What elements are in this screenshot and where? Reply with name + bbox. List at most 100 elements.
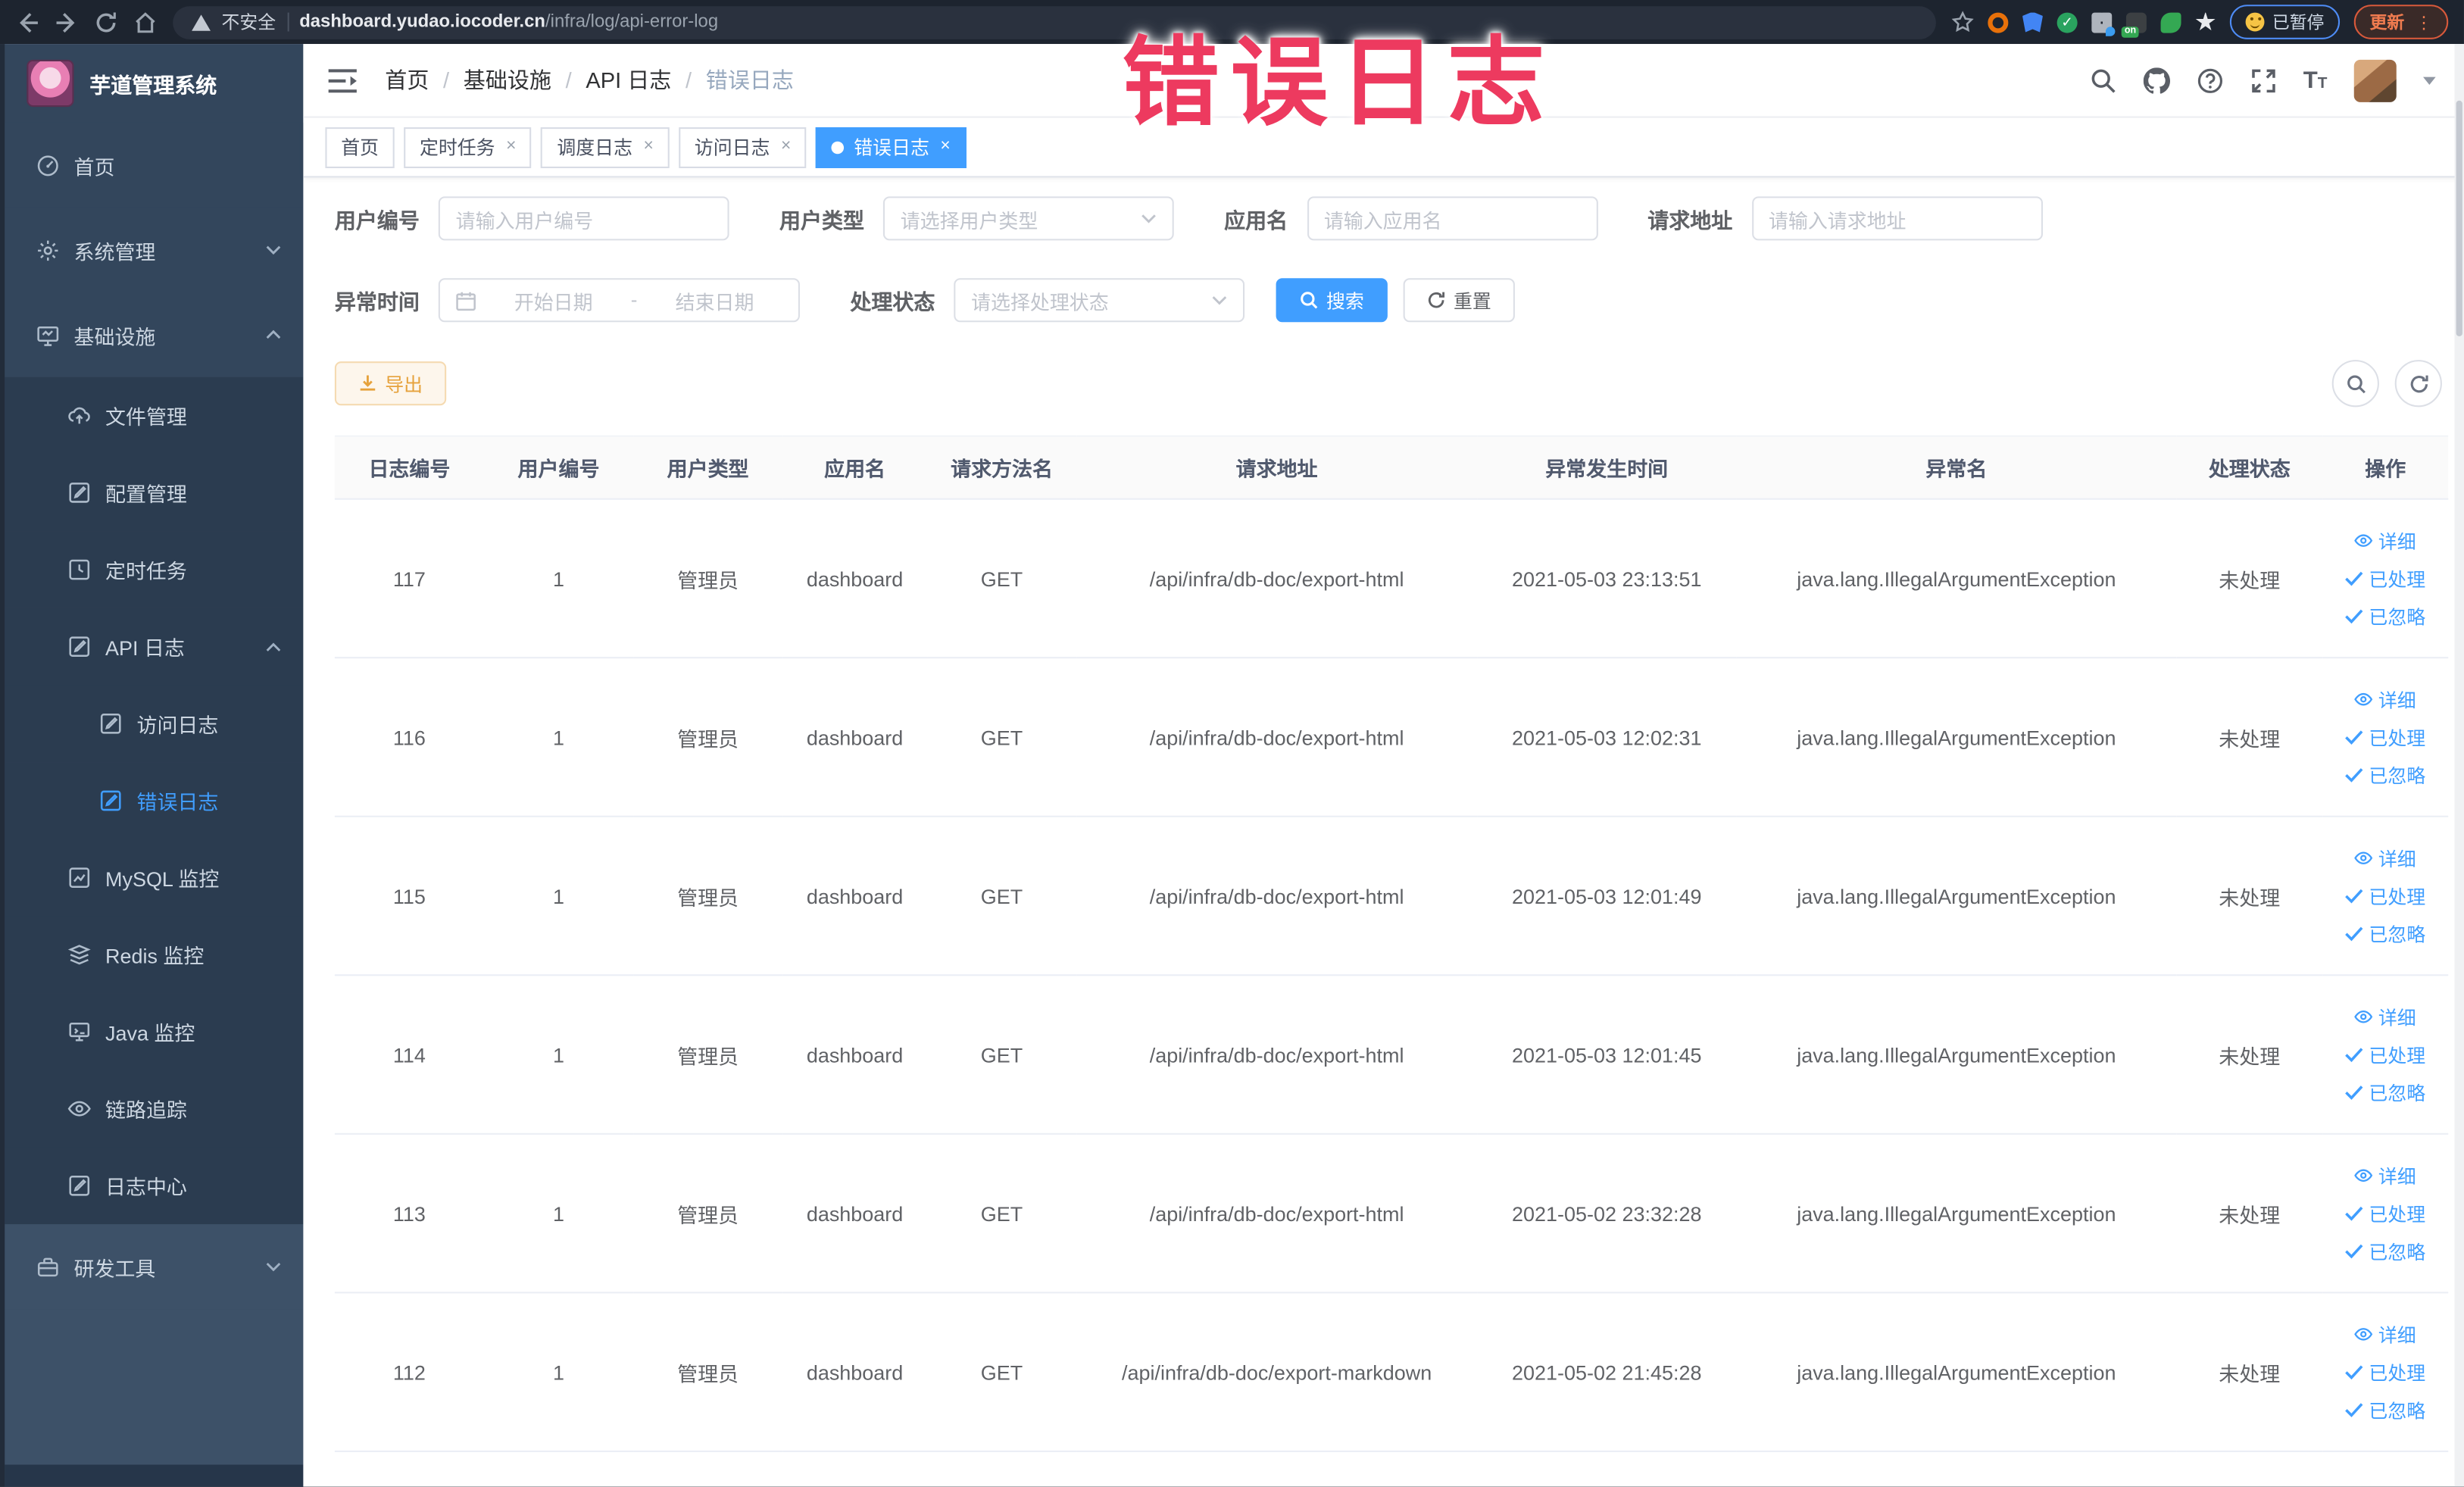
address-bar[interactable]: 不安全 dashboard.yudao.iocoder.cn/infra/log… (173, 5, 1936, 39)
home-icon[interactable] (133, 10, 157, 33)
app-logo-row[interactable]: 芋道管理系统 (5, 44, 303, 123)
breadcrumb-item[interactable]: API 日志 (586, 64, 671, 95)
sidebar-item-访问日志[interactable]: 访问日志 (5, 685, 304, 763)
reset-button[interactable]: 重置 (1403, 278, 1515, 323)
tab-调度日志[interactable]: 调度日志 × (541, 127, 670, 167)
mark-processed-link[interactable]: 已处理 (2345, 1200, 2425, 1226)
export-button[interactable]: 导出 (334, 361, 447, 406)
sidebar-item-基础设施[interactable]: 基础设施 (5, 292, 304, 377)
sidebar-item-定时任务[interactable]: 定时任务 (5, 531, 304, 608)
chevron-down-icon[interactable] (2423, 76, 2436, 91)
cell-user-type: 管理员 (633, 658, 783, 817)
sidebar-item-系统管理[interactable]: 系统管理 (5, 207, 304, 292)
table-row[interactable]: 116 1 管理员 dashboard GET /api/infra/db-do… (334, 658, 2449, 817)
search-button[interactable]: 搜索 (1276, 278, 1388, 323)
extension-dark-on-badge[interactable]: on (2121, 11, 2147, 37)
sidebar-item-首页[interactable]: 首页 (5, 122, 304, 208)
tab-定时任务[interactable]: 定时任务 × (404, 127, 532, 167)
detail-link[interactable]: 详细 (2355, 686, 2416, 713)
detail-link[interactable]: 详细 (2355, 527, 2416, 554)
mark-ignored-link[interactable]: 已忽略 (2345, 761, 2425, 788)
mark-processed-link[interactable]: 已处理 (2345, 1358, 2425, 1385)
sidebar-item-错误日志[interactable]: 错误日志 (5, 762, 304, 839)
detail-link[interactable]: 详细 (2355, 1162, 2416, 1189)
search-icon[interactable] (2090, 67, 2116, 93)
detail-link[interactable]: 详细 (2355, 1004, 2416, 1030)
sidebar-item-API 日志[interactable]: API 日志 (5, 608, 304, 686)
avatar[interactable] (2353, 58, 2397, 102)
close-icon[interactable]: × (644, 138, 654, 156)
close-icon[interactable]: × (781, 138, 791, 156)
close-icon[interactable]: × (506, 138, 516, 156)
mark-processed-link[interactable]: 已处理 (2345, 883, 2425, 909)
mark-ignored-link[interactable]: 已忽略 (2345, 1079, 2425, 1105)
app-name-input[interactable]: 请输入应用名 (1307, 196, 1597, 241)
refresh-table-button[interactable] (2394, 360, 2442, 408)
mark-ignored-link[interactable]: 已忽略 (2345, 920, 2425, 947)
table-row[interactable]: 117 1 管理员 dashboard GET /api/infra/db-do… (334, 498, 2449, 659)
sidebar-item-研发工具[interactable]: 研发工具 (5, 1224, 304, 1310)
emoji-face-icon (2245, 12, 2265, 32)
table-row[interactable]: 112 1 管理员 dashboard GET /api/infra/db-do… (334, 1292, 2449, 1452)
paused-badge[interactable]: 已暂停 (2229, 5, 2341, 39)
help-icon[interactable] (2197, 67, 2223, 93)
github-icon[interactable] (2143, 67, 2170, 93)
mark-processed-link[interactable]: 已处理 (2345, 1041, 2425, 1067)
tab-访问日志[interactable]: 访问日志 × (679, 127, 807, 167)
reload-icon[interactable] (94, 10, 117, 33)
tab-首页[interactable]: 首页 (325, 127, 395, 167)
sidebar-toggle-icon[interactable] (328, 68, 357, 92)
sidebar-item-Redis 监控[interactable]: Redis 监控 (5, 916, 304, 994)
breadcrumb-item[interactable]: 基础设施 (464, 64, 551, 95)
table-row[interactable]: 114 1 管理员 dashboard GET /api/infra/db-do… (334, 975, 2449, 1135)
access-log-icon (99, 712, 123, 736)
back-icon[interactable] (16, 10, 39, 33)
check-icon (2346, 571, 2364, 586)
eye-icon (2355, 851, 2374, 865)
sidebar-item-链路追踪[interactable]: 链路追踪 (5, 1070, 304, 1148)
config-manage-icon (67, 481, 91, 505)
user-id-input[interactable]: 请输入用户编号 (438, 196, 729, 241)
scrollbar-track[interactable] (2454, 44, 2464, 1487)
toggle-search-button[interactable] (2331, 360, 2379, 408)
detail-link[interactable]: 详细 (2355, 845, 2416, 871)
process-status-select[interactable]: 请选择处理状态 (954, 278, 1245, 323)
update-button[interactable]: 更新 ⋮ (2353, 5, 2449, 39)
url-text[interactable]: dashboard.yudao.iocoder.cn/infra/log/api… (299, 13, 718, 32)
sidebar-item-Java 监控[interactable]: Java 监控 (5, 993, 304, 1070)
extension-blue-shield[interactable] (2022, 11, 2043, 33)
tab-错误日志[interactable]: 错误日志 × (816, 127, 967, 167)
table-row[interactable]: 115 1 管理员 dashboard GET /api/infra/db-do… (334, 816, 2449, 976)
sidebar-item-配置管理[interactable]: 配置管理 (5, 454, 304, 532)
bookmark-star-icon[interactable] (1951, 11, 1974, 33)
mark-ignored-link[interactable]: 已忽略 (2345, 603, 2425, 629)
browser-menu-icon[interactable]: ⋮ (2416, 12, 2433, 33)
font-size-icon[interactable]: TT (2303, 68, 2328, 92)
extension-grid-blue-drop[interactable] (2091, 11, 2116, 36)
exception-time-range-picker[interactable]: 开始日期 - 结束日期 (438, 278, 800, 323)
extension-white-puzzle[interactable] (2195, 11, 2216, 31)
detail-link[interactable]: 详细 (2355, 1321, 2416, 1348)
close-icon[interactable]: × (940, 138, 950, 156)
cell-log-id: 115 (334, 816, 484, 976)
sidebar-item-日志中心[interactable]: 日志中心 (5, 1147, 304, 1225)
breadcrumb-item[interactable]: 首页 (385, 64, 429, 95)
mark-ignored-link[interactable]: 已忽略 (2345, 1238, 2425, 1264)
breadcrumb-separator: / (443, 67, 450, 93)
security-label[interactable]: 不安全 (222, 9, 276, 34)
mark-processed-link[interactable]: 已处理 (2345, 565, 2425, 592)
extension-green-check[interactable]: ✓ (2056, 11, 2078, 33)
java-monitor-icon (67, 1020, 91, 1043)
extension-orange-ring[interactable] (1988, 11, 2009, 33)
mark-ignored-link[interactable]: 已忽略 (2345, 1396, 2425, 1423)
mark-processed-link[interactable]: 已处理 (2345, 723, 2425, 750)
user-type-select[interactable]: 请选择用户类型 (882, 196, 1174, 241)
extension-green-leaf[interactable] (2160, 11, 2181, 33)
sidebar-item-MySQL 监控[interactable]: MySQL 监控 (5, 839, 304, 917)
forward-icon[interactable] (55, 10, 79, 33)
table-row[interactable]: 113 1 管理员 dashboard GET /api/infra/db-do… (334, 1133, 2449, 1294)
request-url-input[interactable]: 请输入请求地址 (1751, 196, 2042, 241)
scrollbar-thumb[interactable] (2456, 100, 2462, 336)
sidebar-item-文件管理[interactable]: 文件管理 (5, 376, 304, 455)
fullscreen-icon[interactable] (2250, 67, 2276, 93)
